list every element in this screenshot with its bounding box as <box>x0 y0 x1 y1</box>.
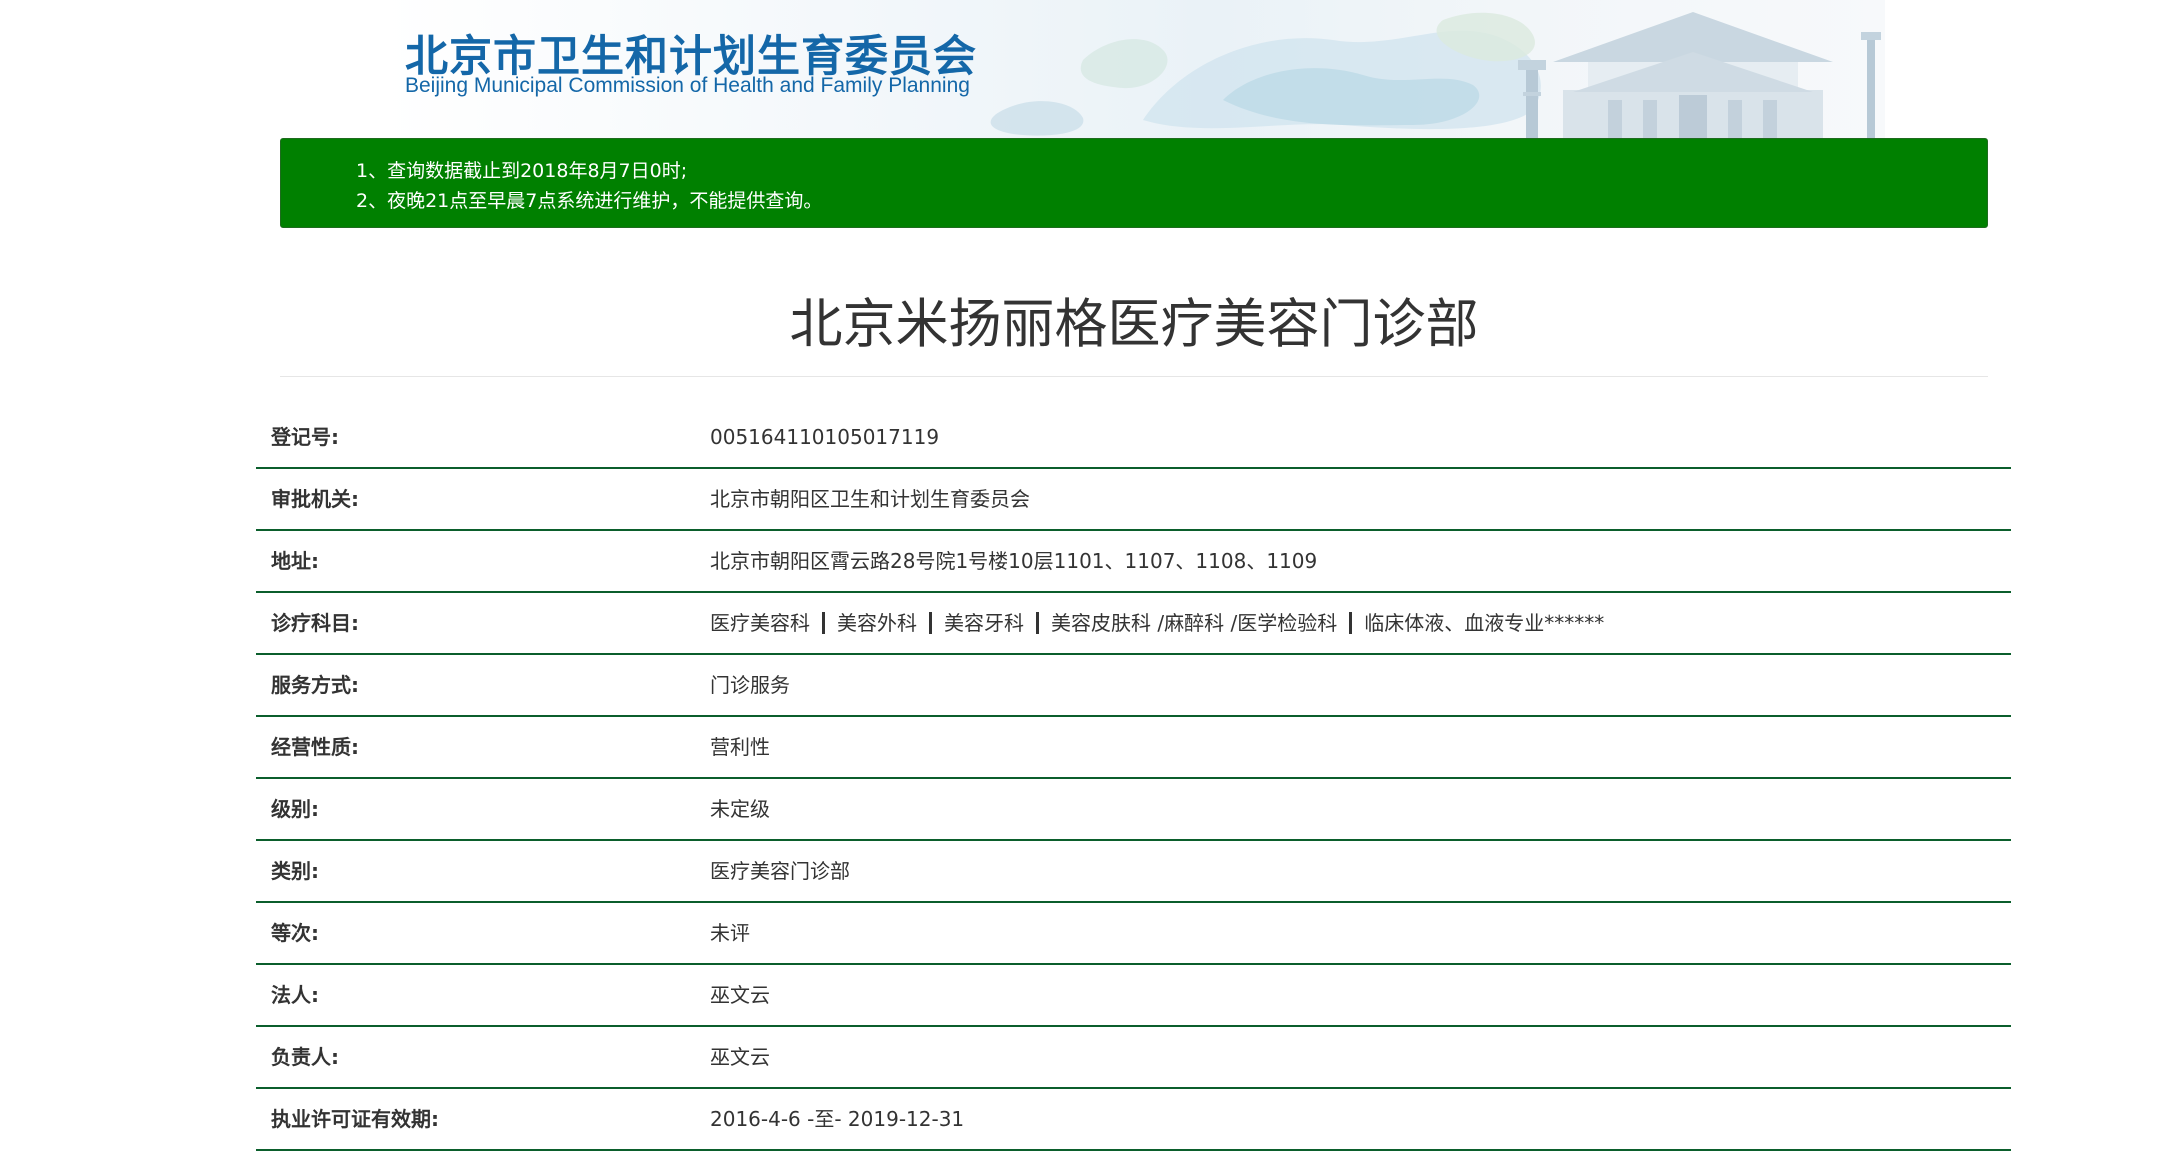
row-label: 审批机关: <box>271 487 359 511</box>
info-row-business-nature: 经营性质: 营利性 <box>256 717 2011 779</box>
department-item: 美容外科 <box>837 611 917 635</box>
row-value: 营利性 <box>710 735 770 759</box>
department-item: 美容皮肤科 /麻醉科 /医学检验科 <box>1051 611 1338 635</box>
department-item: 美容牙科 <box>944 611 1024 635</box>
info-row-departments: 诊疗科目: 医疗美容科 美容外科 美容牙科 美容皮肤科 /麻醉科 /医学检验科 临床体液… <box>256 593 2011 655</box>
info-row-legal-person: 法人: 巫文云 <box>256 965 2011 1027</box>
row-label: 经营性质: <box>271 735 359 759</box>
row-value: 医疗美容门诊部 <box>710 859 850 883</box>
info-row-registration-number: 登记号: 005164110105017119 <box>256 407 2011 469</box>
row-value: 巫文云 <box>710 983 770 1007</box>
info-row-service-mode: 服务方式: 门诊服务 <box>256 655 2011 717</box>
notice-line-1: 1、查询数据截止到2018年8月7日0时; <box>356 160 688 182</box>
department-separator <box>822 611 825 634</box>
row-value: 未定级 <box>710 797 770 821</box>
row-label: 服务方式: <box>271 673 359 697</box>
notice-box: 1、查询数据截止到2018年8月7日0时; 2、夜晚21点至早晨7点系统进行维护… <box>280 138 1988 228</box>
row-value: 005164110105017119 <box>710 425 940 449</box>
row-value: 巫文云 <box>710 1045 770 1069</box>
info-row-category: 类别: 医疗美容门诊部 <box>256 841 2011 903</box>
row-value: 2016-4-6 -至- 2019-12-31 <box>710 1107 965 1131</box>
info-row-license-validity: 执业许可证有效期: 2016-4-6 -至- 2019-12-31 <box>256 1089 2011 1151</box>
info-table: 登记号: 005164110105017119 审批机关: 北京市朝阳区卫生和计… <box>256 407 2011 1151</box>
header-banner: 北京市卫生和计划生育委员会 Beijing Municipal Commissi… <box>383 0 1885 138</box>
title-divider <box>280 376 1988 377</box>
info-row-grade: 等次: 未评 <box>256 903 2011 965</box>
row-label: 法人: <box>271 983 319 1007</box>
department-list: 医疗美容科 美容外科 美容牙科 美容皮肤科 /麻醉科 /医学检验科 临床体液、血液专业*… <box>710 593 1604 653</box>
row-label: 地址: <box>271 549 319 573</box>
row-label: 级别: <box>271 797 319 821</box>
row-label: 等次: <box>271 921 319 945</box>
row-value: 未评 <box>710 921 750 945</box>
row-value: 北京市朝阳区卫生和计划生育委员会 <box>710 487 1030 511</box>
department-item: 临床体液、血液专业****** <box>1364 611 1605 635</box>
info-row-level: 级别: 未定级 <box>256 779 2011 841</box>
row-label: 执业许可证有效期: <box>271 1107 439 1131</box>
department-item: 医疗美容科 <box>710 611 810 635</box>
department-separator <box>1036 611 1039 634</box>
row-value: 门诊服务 <box>710 673 790 697</box>
row-label: 诊疗科目: <box>271 611 359 635</box>
row-label: 登记号: <box>271 425 339 449</box>
info-row-person-in-charge: 负责人: 巫文云 <box>256 1027 2011 1089</box>
row-label: 类别: <box>271 859 319 883</box>
notice-line-2: 2、夜晚21点至早晨7点系统进行维护，不能提供查询。 <box>356 190 823 212</box>
department-separator <box>1349 611 1353 634</box>
page-title: 北京米扬丽格医疗美容门诊部 <box>789 294 1479 355</box>
department-separator <box>929 611 932 634</box>
info-row-address: 地址: 北京市朝阳区霄云路28号院1号楼10层1101、1107、1108、11… <box>256 531 2011 593</box>
banner-subtitle: Beijing Municipal Commission of Health a… <box>405 74 970 97</box>
row-value: 北京市朝阳区霄云路28号院1号楼10层1101、1107、1108、1109 <box>710 549 1318 573</box>
info-row-approval-authority: 审批机关: 北京市朝阳区卫生和计划生育委员会 <box>256 469 2011 531</box>
row-label: 负责人: <box>271 1045 339 1069</box>
